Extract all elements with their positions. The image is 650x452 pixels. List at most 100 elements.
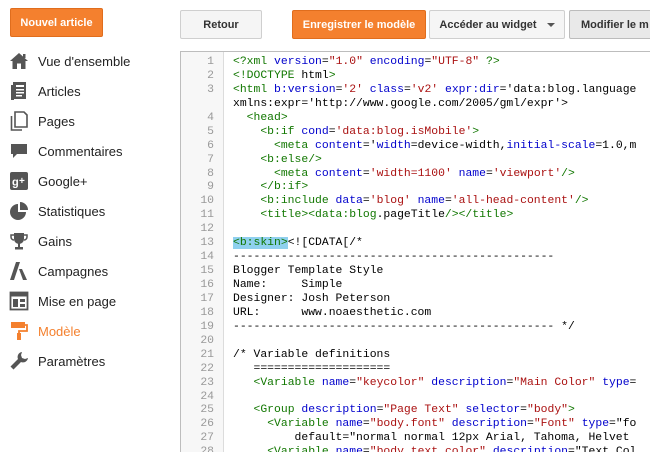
code-line: 18 URL: www.noaesthetic.com xyxy=(181,307,650,321)
line-number: 12 xyxy=(200,223,214,236)
code-line: 22 ==================== xyxy=(181,363,650,377)
line-number: 16 xyxy=(200,279,214,291)
sidebar-item-label: Statistiques xyxy=(38,203,106,219)
code-line: 9 </b:if> xyxy=(181,181,650,195)
line-number: 14 xyxy=(200,251,214,264)
sidebar-item-label: Modèle xyxy=(38,323,81,339)
code-line: 28 <Variable name="body.text.color" desc… xyxy=(181,446,650,452)
code-text: ----------------------------------------… xyxy=(233,320,575,333)
code-text: <head> xyxy=(246,111,288,124)
line-number: 8 xyxy=(207,167,214,180)
code-line: 21 /* Variable definitions xyxy=(181,349,650,363)
jump-to-widget-label: Accéder au widget xyxy=(439,18,537,31)
code-line: 14 --------------------------------------… xyxy=(181,251,650,265)
code-line: 5 <b:if cond='data:blog.isMobile'> xyxy=(181,126,650,140)
line-number: 26 xyxy=(200,418,214,431)
line-number: 17 xyxy=(200,292,214,305)
code-line: 2 <!DOCTYPE html> xyxy=(181,70,650,84)
code-text: ----------------------------------------… xyxy=(233,251,555,264)
paint-roller-icon xyxy=(9,321,29,341)
back-button[interactable]: Retour xyxy=(180,10,262,39)
sidebar-item-stats[interactable]: Statistiques xyxy=(0,196,170,226)
code-line: 10 <b:include data='blog' name='all-head… xyxy=(181,195,650,209)
line-number: 27 xyxy=(200,432,214,445)
code-text: <html b:version='2' class='v2' expr:dir=… xyxy=(233,83,637,96)
sidebar-item-articles[interactable]: Articles xyxy=(0,76,170,106)
sidebar-item-overview[interactable]: Vue d'ensemble xyxy=(0,46,170,76)
code-line: 8 <meta content='width=1100' name='viewp… xyxy=(181,168,650,182)
articles-icon xyxy=(9,81,29,101)
code-text: URL: www.noaesthetic.com xyxy=(233,306,432,319)
code-line: 15 Blogger Template Style xyxy=(181,265,650,279)
code-editor[interactable]: 1 <?xml version="1.0" encoding="UTF-8" ?>… xyxy=(180,51,650,452)
sidebar-item-comments[interactable]: Commentaires xyxy=(0,136,170,166)
sidebar-item-template[interactable]: Modèle xyxy=(0,316,170,346)
sidebar-item-label: Gains xyxy=(38,233,72,249)
google-plus-icon: g + xyxy=(9,171,29,191)
line-number: 11 xyxy=(200,209,214,222)
line-number: 9 xyxy=(207,181,214,194)
code-text: <b:skin><![CDATA[/* xyxy=(233,237,363,251)
trophy-icon xyxy=(9,231,29,251)
jump-to-widget-button[interactable]: Accéder au widget xyxy=(429,10,565,39)
code-text: <meta content='width=1100' name='viewpor… xyxy=(274,167,575,180)
line-number: 15 xyxy=(200,265,214,278)
code-line: 12 xyxy=(181,223,650,237)
code-line: 23 <Variable name="keycolor" description… xyxy=(181,377,650,391)
line-number: 18 xyxy=(200,306,214,319)
line-number: 25 xyxy=(200,404,214,417)
line-number: 4 xyxy=(207,111,214,124)
sidebar-item-campaigns[interactable]: Campagnes xyxy=(0,256,170,286)
line-number: 28 xyxy=(181,446,214,452)
code-text: default="normal normal 12px Arial, Tahom… xyxy=(233,432,630,445)
save-template-button[interactable]: Enregistrer le modèle xyxy=(292,10,426,39)
code-line: 3 <html b:version='2' class='v2' expr:dir… xyxy=(181,84,650,98)
pages-icon xyxy=(9,111,29,131)
comment-icon xyxy=(9,141,29,161)
sidebar-item-earnings[interactable]: Gains xyxy=(0,226,170,256)
campaign-icon xyxy=(9,261,29,281)
code-text: Blogger Template Style xyxy=(233,265,384,278)
sidebar-nav: Vue d'ensemble Articles Pages Commentair… xyxy=(0,46,170,376)
line-number: 6 xyxy=(207,139,214,152)
sidebar-item-settings[interactable]: Paramètres xyxy=(0,346,170,376)
svg-text:g: g xyxy=(12,177,19,189)
line-number: 10 xyxy=(200,195,214,208)
code-line: 17 Designer: Josh Peterson xyxy=(181,293,650,307)
code-line: 1 <?xml version="1.0" encoding="UTF-8" ?> xyxy=(181,56,650,70)
layout-icon xyxy=(9,291,29,311)
code-line: 27 default="normal normal 12px Arial, Ta… xyxy=(181,432,650,446)
sidebar-item-pages[interactable]: Pages xyxy=(0,106,170,136)
new-article-button[interactable]: Nouvel article xyxy=(10,8,103,37)
code-text: <Variable name="body.text.color" descrip… xyxy=(233,446,636,452)
sidebar-item-label: Paramètres xyxy=(38,353,106,369)
code-line: 26 <Variable name="body.font" descriptio… xyxy=(181,418,650,432)
code-text: <b:include data='blog' name='all-head-co… xyxy=(260,195,589,208)
sidebar-item-label: Vue d'ensemble xyxy=(38,53,131,69)
code-line: xmlns:expr='http://www.google.com/2005/g… xyxy=(181,98,650,112)
pie-chart-icon xyxy=(9,201,29,221)
code-line: 20 xyxy=(181,335,650,349)
wrench-icon xyxy=(9,351,29,371)
code-text: <b:if cond='data:blog.isMobile'> xyxy=(260,125,480,138)
sidebar-item-label: Pages xyxy=(38,113,75,129)
sidebar-item-layout[interactable]: Mise en page xyxy=(0,286,170,316)
sidebar-item-label: Google+ xyxy=(38,173,88,189)
code-text: </b:if> xyxy=(260,181,309,194)
code-text: /* Variable definitions xyxy=(233,348,391,361)
sidebar-item-label: Articles xyxy=(38,83,81,99)
code-text-rest: <![CDATA[/* xyxy=(287,237,363,250)
modify-button[interactable]: Modifier le m xyxy=(569,10,650,39)
code-text: <b:else/> xyxy=(260,153,322,166)
code-line: 4 <head> xyxy=(181,112,650,126)
svg-text:+: + xyxy=(19,176,25,187)
sidebar-item-google-plus[interactable]: g + Google+ xyxy=(0,166,170,196)
home-icon xyxy=(9,51,29,71)
code-text: Name: Simple xyxy=(233,279,343,291)
sidebar-item-label: Commentaires xyxy=(38,143,123,159)
code-text: <meta content='width=device-width,initia… xyxy=(274,139,637,152)
line-number: 5 xyxy=(207,125,214,138)
code-line: 24 xyxy=(181,391,650,405)
line-number: 2 xyxy=(207,69,214,82)
line-number: 3 xyxy=(207,83,214,96)
